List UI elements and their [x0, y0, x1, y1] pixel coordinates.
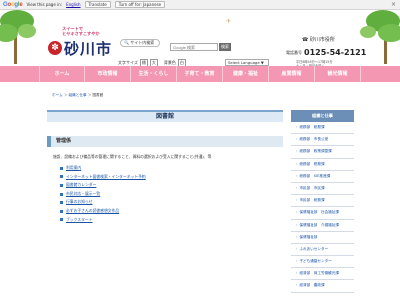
tree-trunk-left — [14, 36, 17, 64]
breadcrumb-org[interactable]: 組織と仕事 — [69, 93, 87, 97]
city-name-logo[interactable]: 砂川市 — [64, 38, 112, 59]
nav-item-education[interactable]: 子育て・教育 — [177, 66, 223, 82]
bullet-icon — [60, 218, 63, 222]
related-links: 利用案内 インターネット図書検索・インターネット予約 図書館カレンダー 市民対応… — [60, 164, 146, 224]
nav-item-industry[interactable]: 産業情報 — [269, 66, 315, 82]
chevron-right-icon: › — [296, 198, 298, 203]
chevron-right-icon: › — [296, 173, 298, 178]
sidebar-item[interactable]: › ふれあいセンター — [291, 244, 354, 257]
sidebar-item[interactable]: › 保健福祉部 — [291, 232, 354, 244]
chevron-right-icon: › — [296, 246, 298, 251]
sidebar-item[interactable]: › 総務部 市長公室 — [291, 134, 354, 147]
list-item[interactable]: 図書館カレンダー — [60, 181, 146, 190]
search-button[interactable]: 検索 — [219, 43, 231, 51]
search-input[interactable] — [170, 43, 218, 51]
nav-item-health[interactable]: 健康・福祉 — [223, 66, 269, 82]
nav-item-tourism[interactable]: 観光情報 — [315, 66, 361, 82]
chevron-right-icon: › — [296, 234, 298, 239]
bullet-icon — [60, 166, 63, 170]
google-translate-bar: Google View this page in: English Transl… — [0, 0, 400, 10]
chevron-right-icon: › — [296, 125, 298, 129]
nav-item-city-info[interactable]: 市政情報 — [85, 66, 131, 82]
sidebar-item[interactable]: › 総務部 SIE推進課 — [291, 171, 354, 183]
list-item[interactable]: 利用案内 — [60, 164, 146, 173]
page-title: 図書館 — [47, 110, 283, 122]
breadcrumb: ホーム ＞ 組織と仕事 ＞ 図書館 — [52, 93, 104, 97]
chevron-right-icon: › — [296, 222, 298, 227]
main-nav: ホーム 市政情報 生活・くらし 子育て・教育 健康・福祉 産業情報 観光情報 — [0, 66, 400, 82]
language-select[interactable]: Select Language ▼ — [225, 59, 269, 66]
site-search-label: 🔍 サイト内検索 — [120, 39, 160, 47]
site-header: ✈ スイートで ヒヤキさすこすやか ✽ 砂川市 🔍 サイト内検索 検索 文字サイ… — [0, 10, 400, 68]
nav-item-life[interactable]: 生活・くらし — [131, 66, 177, 82]
sidebar-item[interactable]: › 市民部 総務課 — [291, 195, 354, 208]
list-item[interactable]: 市民対応・展示一覧 — [60, 190, 146, 199]
bullet-icon — [60, 192, 63, 196]
bullet-icon — [60, 209, 63, 213]
chevron-right-icon: › — [296, 185, 298, 190]
sidebar: 組織と仕事 › 総務部 総務課 › 総務部 市長公室 › 総務部 政策調整課 › 総務部… — [291, 110, 354, 293]
chevron-right-icon: › — [296, 283, 298, 288]
sidebar-item[interactable]: › 経済部 農政課 — [291, 280, 354, 293]
list-item[interactable]: 必ずお子さんの読書感想文作品 — [60, 207, 146, 216]
language-link[interactable]: English — [66, 2, 80, 7]
bullet-icon — [60, 175, 63, 179]
phone-number: 電話番号 0125-54-2121 — [286, 48, 367, 57]
sidebar-item[interactable]: › 経済部 商工労働観光課 — [291, 268, 354, 281]
chevron-right-icon: › — [296, 271, 298, 276]
close-icon[interactable]: × — [391, 1, 396, 8]
list-item[interactable]: インターネット図書検索・インターネット予約 — [60, 173, 146, 182]
list-item[interactable]: ブックスタート — [60, 216, 146, 225]
bullet-icon — [60, 201, 63, 205]
sidebar-item[interactable]: › 総務部 税務課 — [291, 159, 354, 171]
google-logo: Google — [3, 1, 23, 8]
list-item[interactable]: 行事のお知らせ — [60, 198, 146, 207]
bird-icon: ✈ — [226, 18, 232, 25]
nav-item-home[interactable]: ホーム — [39, 66, 85, 82]
chevron-right-icon: › — [296, 137, 298, 142]
sidebar-item[interactable]: › 保健福祉部 介護福祉課 — [291, 220, 354, 232]
translate-button[interactable]: Translate — [84, 1, 111, 8]
city-emblem-icon: ✽ — [48, 41, 62, 55]
bullet-icon — [60, 183, 63, 187]
sidebar-item[interactable]: › 総務部 政策調整課 — [291, 146, 354, 159]
chevron-right-icon: › — [296, 210, 298, 215]
view-in-label: View this page in: — [26, 2, 63, 7]
city-slogan: スイートで ヒヤキさすこすやか — [62, 26, 100, 36]
sidebar-item[interactable]: › 市民部 市民課 — [291, 183, 354, 196]
chevron-right-icon: › — [296, 259, 298, 264]
section-description: 施設、設備および備品等の管理に関すること、資料の選択および受入に関すること(共通… — [53, 154, 212, 159]
turn-off-button[interactable]: Turn off for: Japanese — [114, 1, 166, 8]
city-hall-label: ☎ 砂川市役所 — [302, 37, 335, 43]
breadcrumb-current: 図書館 — [92, 93, 104, 97]
section-heading: 管理係 — [47, 136, 283, 147]
sidebar-item[interactable]: › 総務部 総務課 — [291, 122, 354, 135]
chevron-right-icon: › — [296, 149, 298, 154]
chevron-right-icon: › — [296, 161, 298, 166]
sidebar-title: 組織と仕事 — [291, 110, 354, 122]
sidebar-item[interactable]: › 保健福祉部 社会福祉課 — [291, 207, 354, 220]
sidebar-item[interactable]: › 子ども通園センター — [291, 256, 354, 269]
breadcrumb-home[interactable]: ホーム — [52, 93, 63, 97]
